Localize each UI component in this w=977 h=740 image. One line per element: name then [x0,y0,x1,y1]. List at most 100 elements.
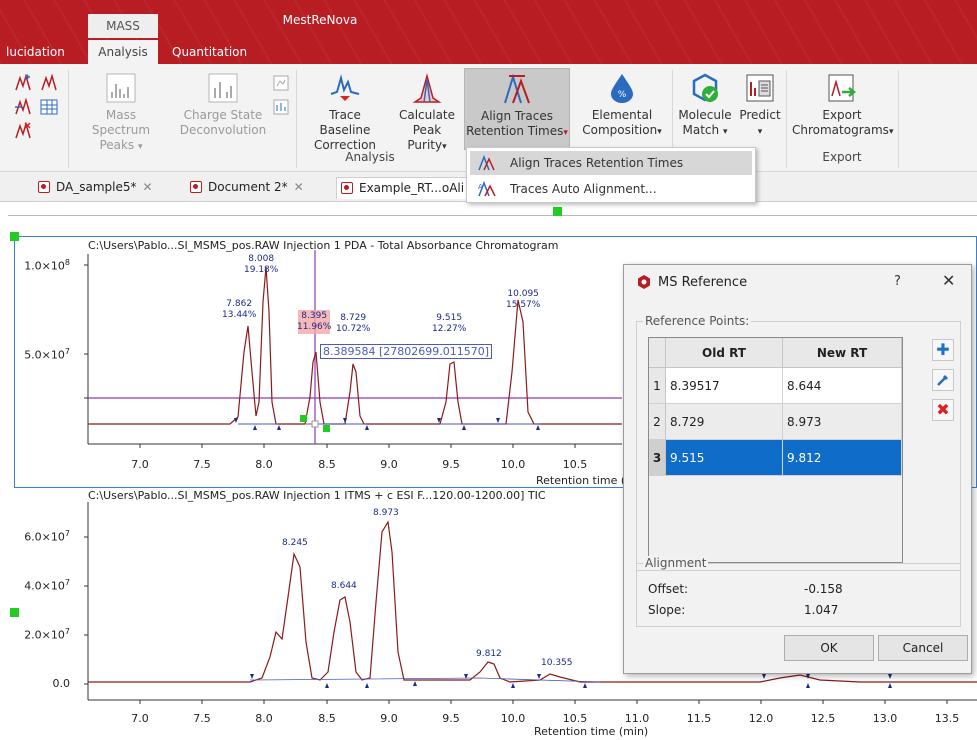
cursor-readout: 8.389584 [27802699.011570] [320,344,493,359]
top-x-tick: 7.5 [193,458,211,471]
add-point-button[interactable]: ✚ [932,339,954,361]
pick-point-button[interactable] [932,369,954,391]
document-icon [190,181,202,193]
doc-tab-example-rt[interactable]: Example_RT...oAli [336,177,470,199]
align-traces-icon [504,73,530,104]
tab-analysis[interactable]: Analysis [88,40,158,64]
bottom-x-tick: 11.5 [686,712,712,725]
table-cell[interactable]: 8.644 [783,368,902,404]
elemental-composition-icon: % [611,74,633,103]
peak-label: 10.355 [541,658,573,668]
peak-label: 8.973 [373,508,399,518]
align-traces-icon [478,155,495,171]
table-cell[interactable]: 9.812 [783,440,902,476]
ribbon-separator [898,70,899,168]
document-icon [38,181,50,193]
ms-reference-dialog: MS Reference ? ✕ Reference Points: Old R… [623,264,972,674]
elemental-label: Elemental [591,108,653,122]
cancel-button[interactable]: Cancel [878,635,968,661]
delete-point-button[interactable]: ✖ [932,399,954,421]
peak-delete-icon[interactable] [14,122,32,140]
predict-button[interactable]: Predict ▾ [738,72,782,140]
title-bar: MestReNova MASS lucidation Analysis Quan… [0,0,977,64]
doc-tab-label: Document 2* [208,180,288,194]
ribbon-separator [296,70,297,168]
bottom-y-tick: 2.0×107 [24,627,70,642]
top-x-tick: 9.5 [442,458,460,471]
table-cell[interactable]: 8.39517 [666,368,783,404]
align-traces-dropdown-menu: Align Traces Retention Times A Traces Au… [466,147,756,203]
charge-state-label: Charge State [183,108,263,122]
composition-label: Composition [582,123,658,137]
peak-label: 8.395 11.96% [297,311,332,332]
mass-tool-icon[interactable] [272,98,290,116]
peak-edit-icon[interactable] [40,74,58,92]
doc-tab-document-2[interactable]: Document 2* ✕ [186,177,321,199]
group-analysis-label: Analysis [345,150,395,164]
bottom-x-tick: 13.5 [934,712,960,725]
top-x-tick: 10.0 [500,458,526,471]
row-number[interactable]: 2 [649,404,666,440]
calculate-peak-purity-button[interactable]: Calculate Peak Purity▾ [392,72,462,155]
top-x-tick: 10.5 [562,458,588,471]
mass-settings-icon[interactable] [272,74,290,92]
group-export-label: Export [822,150,862,164]
menu-item-traces-auto-alignment[interactable]: A Traces Auto Alignment... [470,177,752,201]
offset-value: -0.158 [804,582,843,596]
peak-pick-icon[interactable] [14,74,32,92]
context-tab-mass[interactable]: MASS [88,14,158,38]
table-cell[interactable]: 9.515 [666,440,783,476]
bottom-x-tick: 11.0 [624,712,650,725]
bottom-y-tick: 4.0×107 [24,578,70,593]
peak-table-icon[interactable] [40,98,58,116]
col-new-rt-header[interactable]: New RT [783,338,902,368]
elemental-composition-button[interactable]: % Elemental Composition▾ [578,72,666,140]
doc-tab-label: DA_sample5* [56,180,137,194]
menu-item-align-traces-retention-times[interactable]: Align Traces Retention Times [470,151,752,175]
ribbon-separator [786,70,787,168]
row-number[interactable]: 1 [649,368,666,404]
bottom-x-tick: 8.0 [255,712,273,725]
table-cell[interactable]: 8.729 [666,404,783,440]
peak-add-icon[interactable] [14,98,32,116]
export-chromatograms-icon [828,74,857,102]
mass-spectrum-peaks-button[interactable]: Mass Spectrum Peaks ▾ [76,72,166,155]
ok-button[interactable]: OK [784,635,874,661]
bottom-x-tick: 10.0 [500,712,526,725]
charge-state-deconvolution-button[interactable]: Charge State Deconvolution [178,72,268,138]
peak-purity-icon [412,73,442,103]
molecule-match-icon [692,73,718,102]
ribbon-separator [68,70,69,168]
trace-baseline-correction-button[interactable]: Trace Baseline Correction [302,72,388,153]
row-number[interactable]: 3 [649,440,666,476]
align-traces-label: Align Traces [481,109,553,123]
peak-purity-label: Peak Purity [407,123,443,152]
chromatograms-label: Chromatograms [792,123,889,137]
peak-label: 9.812 [476,649,502,659]
molecule-match-button[interactable]: Molecule Match ▾ [674,72,736,140]
doc-tab-da-sample5[interactable]: DA_sample5* ✕ [34,177,164,199]
resize-handle[interactable] [10,608,19,617]
svg-text:A: A [478,183,483,191]
close-icon[interactable]: ✕ [294,180,304,194]
tab-quantitation[interactable]: Quantitation [172,40,252,64]
bottom-x-tick: 10.5 [562,712,588,725]
export-chromatograms-button[interactable]: Export Chromatograms▾ [792,72,893,140]
retention-times-label: Retention Times [466,124,564,138]
bottom-x-tick: 9.0 [380,712,398,725]
bottom-x-tick: 7.0 [131,712,149,725]
help-button[interactable]: ? [894,274,901,289]
align-traces-retention-times-button[interactable]: Align Traces Retention Times▾ [464,68,570,150]
table-cell[interactable]: 8.973 [783,404,902,440]
trace-baseline-label: Trace Baseline [319,108,371,137]
col-old-rt-header[interactable]: Old RT [666,338,783,368]
bottom-x-tick: 12.0 [748,712,774,725]
pipette-icon [937,375,948,386]
tab-elucidation[interactable]: lucidation [6,40,70,64]
peak-label: 8.245 [282,538,308,548]
reference-points-table[interactable]: Old RT New RT 1 8.39517 8.644 2 8.729 8.… [648,337,903,563]
baseline-correction-icon [330,74,360,101]
close-icon[interactable]: ✕ [942,271,955,290]
calculate-label: Calculate [398,108,456,122]
close-icon[interactable]: ✕ [143,180,153,194]
